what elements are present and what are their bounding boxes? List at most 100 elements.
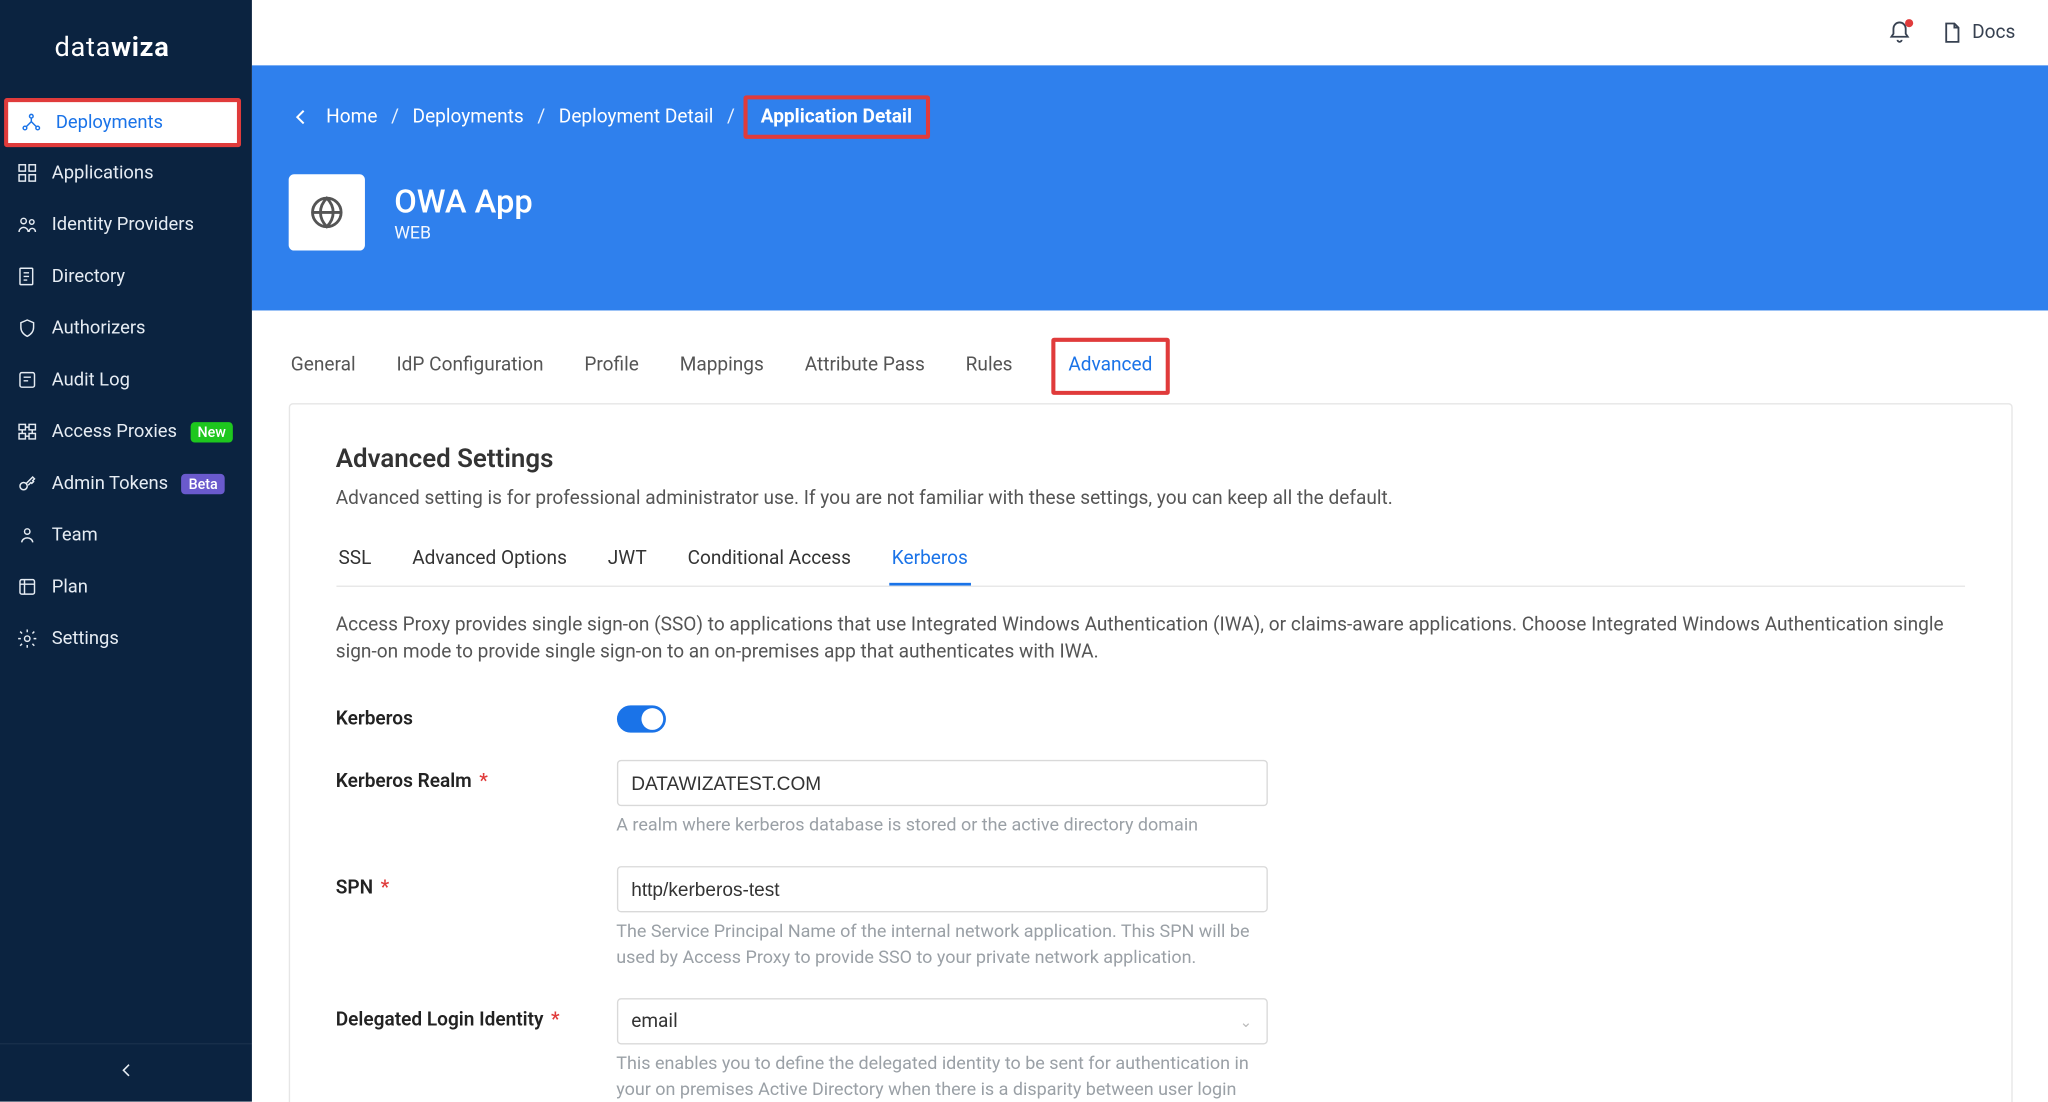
authorizers-icon xyxy=(16,317,38,339)
breadcrumb-deployments[interactable]: Deployments xyxy=(413,106,524,128)
tab-idp-configuration[interactable]: IdP Configuration xyxy=(394,338,546,395)
docs-link[interactable]: Docs xyxy=(1939,20,2015,45)
brand-part1: data xyxy=(54,30,111,63)
docs-label: Docs xyxy=(1972,22,2015,44)
advanced-subtabs: SSL Advanced Options JWT Conditional Acc… xyxy=(336,534,1965,587)
tab-advanced[interactable]: Advanced xyxy=(1051,338,1170,395)
chevron-left-icon xyxy=(289,106,311,128)
sidebar-item-label: Directory xyxy=(52,266,125,288)
brand-logo: datawiza xyxy=(0,0,252,93)
sidebar-item-label: Settings xyxy=(52,628,119,650)
sidebar-item-plan[interactable]: Plan xyxy=(0,561,252,613)
sidebar-nav: Deployments Applications Identity Provid… xyxy=(0,93,252,1044)
kerberos-realm-help: A realm where kerberos database is store… xyxy=(616,814,1267,839)
subtab-advanced-options[interactable]: Advanced Options xyxy=(409,534,569,586)
main: Docs Home / Deployments / Deployment Det… xyxy=(252,0,2048,1102)
breadcrumb-sep: / xyxy=(727,106,735,128)
app-type-icon-box xyxy=(288,174,364,250)
delegated-login-identity-help: This enables you to define the delegated… xyxy=(616,1053,1267,1102)
sidebar-item-label: Access Proxies xyxy=(52,421,177,443)
sidebar-item-label: Audit Log xyxy=(52,369,130,391)
tab-attribute-pass[interactable]: Attribute Pass xyxy=(802,338,928,395)
card-description: Advanced setting is for professional adm… xyxy=(336,487,1965,509)
delegated-login-identity-label: Delegated Login Identity * xyxy=(336,998,617,1031)
kerberos-toggle[interactable] xyxy=(616,705,665,732)
sidebar-footer xyxy=(0,1043,252,1102)
subtab-jwt[interactable]: JWT xyxy=(605,534,649,586)
spn-input[interactable] xyxy=(616,866,1267,912)
delegated-login-identity-select[interactable]: email ⌄ xyxy=(616,998,1267,1044)
sidebar-item-directory[interactable]: Directory xyxy=(0,251,252,303)
sidebar: datawiza Deployments Applications Identi… xyxy=(0,0,252,1102)
sidebar-collapse-button[interactable] xyxy=(116,1064,135,1086)
settings-icon xyxy=(16,628,38,650)
hero-title: OWA App WEB xyxy=(394,182,533,243)
app-title: OWA App xyxy=(394,182,533,220)
app-subtitle: WEB xyxy=(394,223,533,243)
deployments-icon xyxy=(20,112,42,134)
notifications-button[interactable] xyxy=(1888,20,1913,45)
required-marker: * xyxy=(474,770,487,792)
kerberos-toggle-label: Kerberos xyxy=(336,697,617,730)
spn-help: The Service Principal Name of the intern… xyxy=(616,921,1267,971)
tab-rules[interactable]: Rules xyxy=(963,338,1015,395)
sidebar-item-authorizers[interactable]: Authorizers xyxy=(0,302,252,354)
sidebar-item-label: Applications xyxy=(52,162,154,184)
tab-profile[interactable]: Profile xyxy=(582,338,642,395)
breadcrumb-sep: / xyxy=(537,106,545,128)
sidebar-item-deployments[interactable]: Deployments xyxy=(4,98,241,147)
access-proxies-icon xyxy=(16,421,38,443)
breadcrumb-home[interactable]: Home xyxy=(326,106,377,128)
plan-icon xyxy=(16,576,38,598)
subtab-kerberos[interactable]: Kerberos xyxy=(889,534,971,586)
card-title: Advanced Settings xyxy=(336,443,1965,474)
sidebar-item-settings[interactable]: Settings xyxy=(0,613,252,665)
admin-tokens-icon xyxy=(16,473,38,495)
sidebar-item-label: Team xyxy=(52,524,98,546)
sidebar-item-identity-providers[interactable]: Identity Providers xyxy=(0,199,252,251)
sidebar-item-label: Identity Providers xyxy=(52,214,194,236)
advanced-settings-card: Advanced Settings Advanced setting is fo… xyxy=(288,403,2012,1102)
globe-icon xyxy=(307,193,345,231)
team-icon xyxy=(16,524,38,546)
chevron-down-icon: ⌄ xyxy=(1240,1012,1253,1030)
audit-log-icon xyxy=(16,369,38,391)
sidebar-item-admin-tokens[interactable]: Admin Tokens Beta xyxy=(0,458,252,510)
spn-label: SPN * xyxy=(336,866,617,899)
topbar: Docs xyxy=(252,0,2048,65)
breadcrumb-deployment-detail[interactable]: Deployment Detail xyxy=(559,106,714,128)
badge-new: New xyxy=(191,421,233,441)
breadcrumb: Home / Deployments / Deployment Detail /… xyxy=(288,95,2012,139)
breadcrumb-current: Application Detail xyxy=(743,95,930,139)
identity-providers-icon xyxy=(16,214,38,236)
sidebar-item-team[interactable]: Team xyxy=(0,509,252,561)
subtab-ssl[interactable]: SSL xyxy=(336,534,374,586)
detail-tabs: General IdP Configuration Profile Mappin… xyxy=(288,338,2012,395)
sidebar-item-label: Admin Tokens xyxy=(52,473,168,495)
sidebar-item-access-proxies[interactable]: Access Proxies New xyxy=(0,406,252,458)
applications-icon xyxy=(16,162,38,184)
breadcrumb-back-button[interactable] xyxy=(288,105,313,130)
toggle-knob xyxy=(641,708,663,730)
hero-banner: Home / Deployments / Deployment Detail /… xyxy=(252,65,2048,310)
sidebar-item-audit-log[interactable]: Audit Log xyxy=(0,354,252,406)
kerberos-realm-input[interactable] xyxy=(616,759,1267,805)
sidebar-item-applications[interactable]: Applications xyxy=(0,147,252,199)
directory-icon xyxy=(16,266,38,288)
sidebar-item-label: Plan xyxy=(52,576,88,598)
select-value: email xyxy=(631,1010,677,1032)
brand-part2: wiza xyxy=(111,30,169,63)
badge-beta: Beta xyxy=(182,473,225,493)
required-marker: * xyxy=(376,877,389,899)
kerberos-realm-label: Kerberos Realm * xyxy=(336,759,617,792)
docs-icon xyxy=(1939,20,1964,45)
sidebar-item-label: Authorizers xyxy=(52,317,146,339)
tab-general[interactable]: General xyxy=(288,338,358,395)
tab-mappings[interactable]: Mappings xyxy=(677,338,767,395)
subtab-conditional-access[interactable]: Conditional Access xyxy=(685,534,854,586)
sidebar-item-label: Deployments xyxy=(56,112,163,134)
kerberos-section-desc: Access Proxy provides single sign-on (SS… xyxy=(336,611,1965,666)
content-scroll[interactable]: General IdP Configuration Profile Mappin… xyxy=(252,310,2048,1102)
notification-dot xyxy=(1905,19,1913,27)
breadcrumb-sep: / xyxy=(391,106,399,128)
